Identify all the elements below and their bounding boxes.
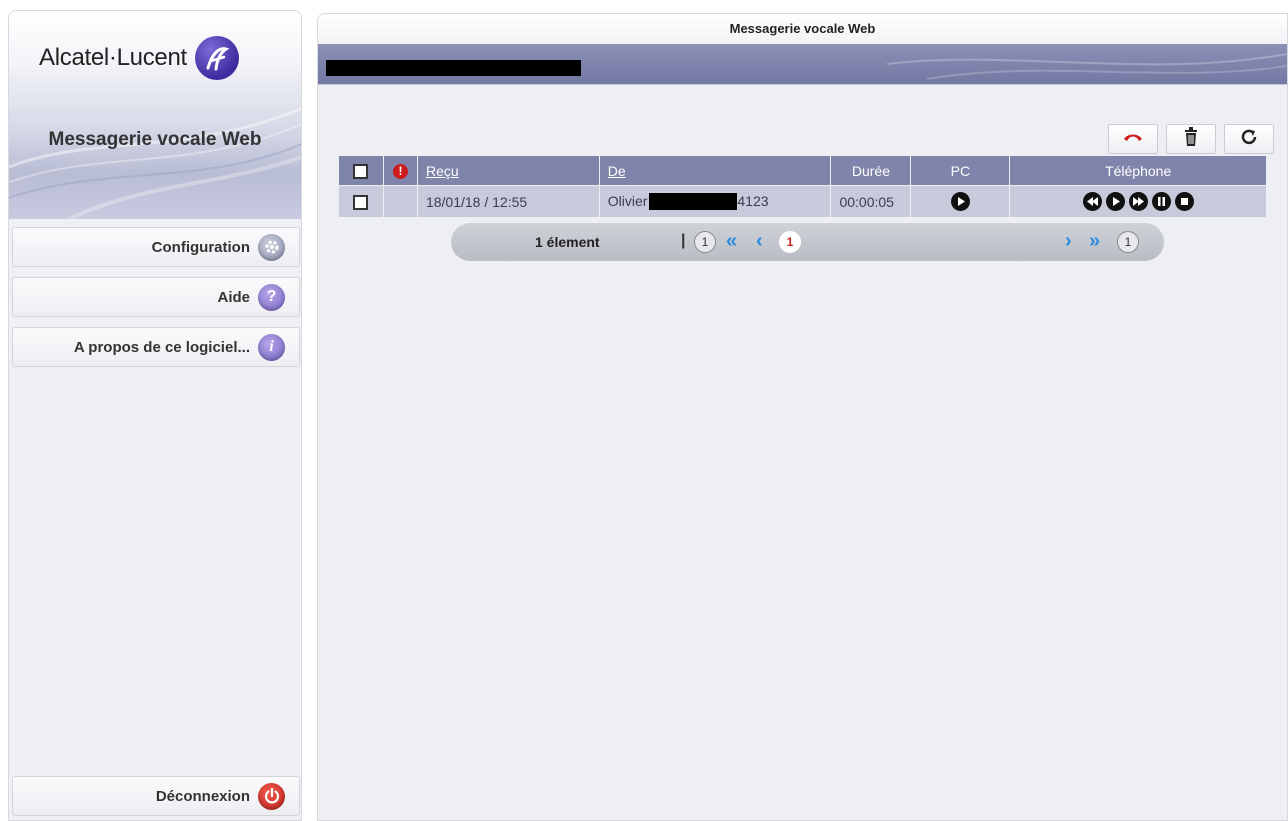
help-icon: ? <box>258 283 285 311</box>
app-title: Messagerie vocale Web <box>48 129 262 150</box>
pc-play-icon[interactable] <box>950 192 970 211</box>
sidebar: Alcatel·Lucent Messagerie vocale Web Con… <box>8 10 302 821</box>
received-header: Reçu <box>416 155 600 186</box>
brand-logo: Alcatel·Lucent <box>39 33 239 83</box>
about-label: A propos de ce logiciel... <box>73 338 250 356</box>
gear-icon <box>258 233 285 261</box>
row-from: Olivier 4123 <box>598 185 832 218</box>
configuration-label: Configuration <box>151 238 250 256</box>
fast-forward-icon[interactable] <box>1128 192 1148 211</box>
table-row[interactable]: 18/01/18 / 12:55 Olivier 4123 00:00:05 <box>338 185 1267 218</box>
phone-hangup-icon <box>1122 130 1144 149</box>
last-page-icon[interactable]: » <box>1089 230 1100 253</box>
row-checkbox[interactable] <box>353 194 369 210</box>
logout-button[interactable]: Déconnexion <box>12 776 300 816</box>
rewind-icon[interactable] <box>1082 192 1102 211</box>
help-label: Aide <box>217 288 250 306</box>
row-pc-cell <box>910 185 1011 218</box>
pc-header: PC <box>910 155 1011 186</box>
stop-icon[interactable] <box>1174 192 1194 211</box>
caller-suffix: 4123 <box>737 192 769 209</box>
help-button[interactable]: Aide ? <box>12 277 300 317</box>
phone-header: Téléphone <box>1009 155 1267 186</box>
row-phone-controls <box>1009 185 1267 218</box>
power-icon <box>258 782 285 810</box>
decorative-swoosh <box>887 53 1287 80</box>
select-all-checkbox[interactable] <box>353 163 369 179</box>
main-panel: Messagerie vocale Web Messagerie vocale … <box>317 13 1288 821</box>
table-header-row: ! Reçu De Durée PC Téléphone <box>338 155 1267 186</box>
caller-redacted <box>649 193 738 211</box>
sort-from-link[interactable]: De <box>608 163 626 179</box>
user-name-redacted: Messagerie vocale de <box>326 60 581 76</box>
last-page-number[interactable]: 1 <box>1117 231 1139 253</box>
page-title: Messagerie vocale Web <box>318 14 1287 44</box>
brand-header: Alcatel·Lucent Messagerie vocale Web <box>9 11 301 219</box>
about-button[interactable]: A propos de ce logiciel... i <box>12 327 300 367</box>
info-icon: i <box>258 333 285 361</box>
logo-text: Alcatel·Lucent <box>39 44 187 71</box>
pagination-bar: 1 élement | 1 « ‹ 1 › » 1 <box>451 223 1164 261</box>
pause-icon[interactable] <box>1151 192 1171 211</box>
logout-label: Déconnexion <box>155 787 250 805</box>
first-page-icon[interactable]: « <box>726 230 737 253</box>
configuration-button[interactable]: Configuration <box>12 227 300 267</box>
first-page-number[interactable]: 1 <box>694 231 716 253</box>
refresh-button[interactable] <box>1224 124 1274 154</box>
trash-icon <box>1184 126 1198 152</box>
select-all-cell <box>338 155 384 186</box>
pager-separator: | <box>681 232 686 249</box>
duration-header: Durée <box>830 155 912 186</box>
messages-table: ! Reçu De Durée PC Téléphone 18/01/18 / … <box>338 155 1267 218</box>
current-page: 1 <box>779 231 801 253</box>
next-page-icon[interactable]: › <box>1065 230 1072 253</box>
sort-received-link[interactable]: Reçu <box>426 163 459 179</box>
row-duration: 00:00:05 <box>830 185 912 218</box>
priority-header: ! <box>382 155 418 186</box>
row-received: 18/01/18 / 12:55 <box>416 185 600 218</box>
row-select-cell <box>338 185 384 218</box>
refresh-icon <box>1240 128 1258 151</box>
previous-page-icon[interactable]: ‹ <box>756 230 763 253</box>
user-bar: Messagerie vocale de <box>318 44 1287 85</box>
item-count: 1 élement <box>535 234 600 250</box>
hangup-button[interactable] <box>1108 124 1158 154</box>
caller-first-name: Olivier <box>607 192 648 209</box>
urgent-icon: ! <box>392 164 408 179</box>
delete-button[interactable] <box>1166 124 1216 154</box>
alcatel-logo-icon <box>194 36 239 80</box>
from-header: De <box>598 155 832 186</box>
phone-play-icon[interactable] <box>1105 192 1125 211</box>
row-priority-cell <box>382 185 418 218</box>
